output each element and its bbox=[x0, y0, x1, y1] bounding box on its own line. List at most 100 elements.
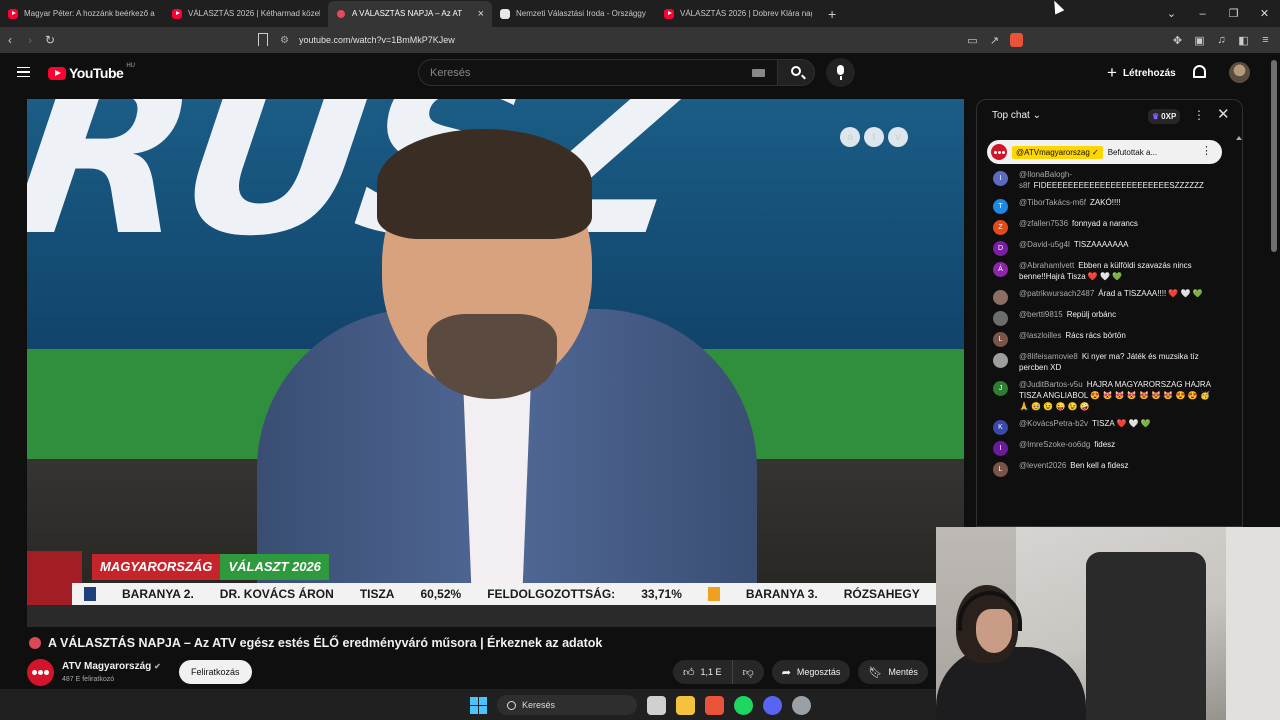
youtube-logo[interactable]: YouTube HU bbox=[48, 63, 135, 81]
chat-message[interactable]: K @KovácsPetra-b2v TISZA ❤️ 🤍 💚 bbox=[977, 415, 1239, 436]
chat-author[interactable]: @JuditBartos-v5u bbox=[1019, 380, 1083, 389]
chat-message[interactable]: Z @zfallen7536 fonnyad a narancs bbox=[977, 215, 1239, 236]
reload-icon[interactable]: ↻ bbox=[40, 33, 60, 47]
bookmark-icon[interactable] bbox=[258, 33, 268, 46]
chat-author[interactable]: @Abrahamlvett bbox=[1019, 261, 1074, 270]
new-tab-button[interactable]: + bbox=[820, 6, 844, 22]
minimize-icon[interactable]: – bbox=[1187, 8, 1218, 20]
sidebar-icon[interactable]: ▣ bbox=[1193, 34, 1206, 47]
url-field[interactable]: ⚙ youtube.com/watch?v=1BmMkP7KJew bbox=[280, 27, 455, 53]
taskbar-search[interactable]: Keresés bbox=[497, 695, 637, 715]
chat-avatar[interactable]: I bbox=[993, 171, 1008, 186]
chat-message[interactable]: T @TiborTakács-m6f ZAKÓ!!!! bbox=[977, 194, 1239, 215]
chat-avatar[interactable]: Á bbox=[993, 262, 1008, 277]
browser-tab-3-active[interactable]: A VÁLASZTÁS NAPJA – Az AT × bbox=[328, 0, 492, 27]
chat-message[interactable]: D @David-u5g4l TISZAAAAAAA bbox=[977, 236, 1239, 257]
close-window-icon[interactable]: ✕ bbox=[1249, 7, 1280, 20]
chat-author[interactable]: @8lifeisamovie8 bbox=[1019, 352, 1078, 361]
windows-start-icon[interactable] bbox=[470, 696, 487, 714]
chat-message[interactable]: J @JuditBartos-v5u HAJRA MAGYARORSZAG HAJR… bbox=[977, 376, 1239, 415]
pinned-more-icon[interactable]: ⋮ bbox=[1201, 144, 1212, 157]
chat-message[interactable]: @patrikwursach2487 Árad a TISZAAA!!!! ❤️ … bbox=[977, 285, 1239, 306]
chat-more-icon[interactable]: ⋮ bbox=[1193, 108, 1205, 122]
chat-message[interactable]: Á @Abrahamlvett Ebben a külföldi szavazás … bbox=[977, 257, 1239, 285]
channel-name[interactable]: ATV Magyarország ✔ bbox=[62, 661, 161, 672]
dislike-button[interactable]: 👎︎ bbox=[733, 660, 764, 684]
chat-message[interactable]: L @laszloilles Rács rács börtön bbox=[977, 327, 1239, 348]
share-button[interactable]: ➦ Megosztás bbox=[771, 660, 851, 684]
tab-search-chevron-icon[interactable]: ⌄ bbox=[1156, 7, 1187, 20]
keyboard-icon[interactable] bbox=[752, 69, 765, 77]
pinned-text: Befutottak a... bbox=[1107, 147, 1158, 157]
cast-icon[interactable]: ▭ bbox=[966, 34, 979, 47]
chat-avatar[interactable]: K bbox=[993, 420, 1008, 435]
video-player[interactable]: RUSZ a t v MAGYARORSZÁG VÁLASZT 2026 BAR… bbox=[27, 99, 964, 627]
chat-avatar[interactable]: L bbox=[993, 332, 1008, 347]
overlay-button-t[interactable]: t bbox=[864, 127, 884, 147]
chat-message[interactable]: L @levent2026 Ben kell a fidesz bbox=[977, 457, 1239, 478]
chat-author[interactable]: @bertti9815 bbox=[1019, 310, 1063, 319]
overlay-button-a[interactable]: a bbox=[840, 127, 860, 147]
xp-badge[interactable]: ♛ 0XP bbox=[1148, 109, 1181, 124]
voice-search-icon[interactable] bbox=[826, 58, 855, 87]
chat-author[interactable]: @ImreSzoke-oo6dg bbox=[1019, 440, 1090, 449]
discord-icon[interactable] bbox=[763, 695, 782, 715]
browser-tab-5[interactable]: VÁLASZTÁS 2026 | Dobrev Klára nagy bbox=[656, 1, 820, 27]
notifications-bell-icon[interactable] bbox=[1193, 65, 1206, 78]
chat-message[interactable]: @8lifeisamovie8 Ki nyer ma? Játék és muzs… bbox=[977, 348, 1239, 376]
chat-avatar[interactable] bbox=[993, 311, 1008, 326]
forward-icon[interactable]: › bbox=[20, 33, 40, 47]
chat-author[interactable]: @TiborTakács-m6f bbox=[1019, 198, 1086, 207]
chat-message[interactable]: I @ImreSzoke-oo6dg fidesz bbox=[977, 436, 1239, 457]
chat-author[interactable]: @David-u5g4l bbox=[1019, 240, 1070, 249]
chat-avatar[interactable]: T bbox=[993, 199, 1008, 214]
tab-close-icon[interactable]: × bbox=[478, 8, 484, 20]
create-button[interactable]: + Létrehozás bbox=[1099, 61, 1184, 85]
chat-close-icon[interactable]: ✕ bbox=[1217, 105, 1230, 123]
channel-avatar[interactable] bbox=[27, 659, 54, 686]
chat-avatar[interactable]: L bbox=[993, 462, 1008, 477]
chat-mode-dropdown[interactable]: Top chat ⌄ bbox=[992, 110, 1041, 121]
browser-tab-2[interactable]: VÁLASZTÁS 2026 | Kétharmad közelé bbox=[164, 1, 328, 27]
chat-avatar[interactable]: I bbox=[993, 441, 1008, 456]
chat-author[interactable]: @zfallen7536 bbox=[1019, 219, 1068, 228]
chat-scroll-up-icon[interactable] bbox=[1236, 136, 1242, 140]
restore-icon[interactable]: ❐ bbox=[1218, 7, 1249, 20]
brave-icon[interactable] bbox=[705, 695, 724, 715]
back-icon[interactable]: ‹ bbox=[0, 33, 20, 47]
chat-avatar[interactable]: J bbox=[993, 381, 1008, 396]
extensions-icon[interactable]: ✥ bbox=[1171, 34, 1184, 47]
chat-avatar[interactable] bbox=[993, 290, 1008, 305]
search-button[interactable] bbox=[777, 59, 815, 86]
subscribe-button[interactable]: Feliratkozás bbox=[179, 660, 252, 684]
chat-author[interactable]: @patrikwursach2487 bbox=[1019, 289, 1094, 298]
chat-avatar[interactable]: Z bbox=[993, 220, 1008, 235]
media-icon[interactable]: ♫ bbox=[1215, 34, 1228, 46]
menu-icon[interactable]: ≡ bbox=[1259, 34, 1272, 46]
share-icon[interactable]: ↗ bbox=[988, 34, 1001, 47]
settings-icon[interactable] bbox=[792, 695, 811, 715]
search-input[interactable]: Keresés bbox=[418, 59, 778, 86]
chat-author[interactable]: @KovácsPetra-b2v bbox=[1019, 419, 1088, 428]
browser-tab-1[interactable]: Magyar Péter: A hozzánk beérkező a bbox=[0, 1, 164, 27]
page-scrollbar[interactable] bbox=[1271, 60, 1277, 252]
overlay-button-v[interactable]: v bbox=[888, 127, 908, 147]
chat-avatar[interactable]: D bbox=[993, 241, 1008, 256]
split-view-icon[interactable]: ◧ bbox=[1237, 34, 1250, 47]
browser-tab-4[interactable]: Nemzeti Választási Iroda - Országgy bbox=[492, 1, 656, 27]
chat-avatar[interactable] bbox=[993, 353, 1008, 368]
pinned-message[interactable]: @ATVmagyarorszag ✓ Befutottak a... ⋮ bbox=[987, 140, 1222, 164]
like-button[interactable]: 👍︎ 1,1 E bbox=[673, 660, 733, 684]
chat-author[interactable]: @laszloilles bbox=[1019, 331, 1061, 340]
chat-message[interactable]: I @IlonaBalogh-s8f FIDEEEEEEEEEEEEEEEEEEEE… bbox=[977, 166, 1239, 194]
brave-shields-icon[interactable] bbox=[1010, 33, 1023, 47]
hamburger-menu-icon[interactable] bbox=[17, 67, 30, 77]
save-button[interactable]: 🔖︎ Mentés bbox=[858, 660, 928, 684]
site-info-icon[interactable]: ⚙ bbox=[280, 35, 289, 46]
file-explorer-icon[interactable] bbox=[676, 695, 695, 715]
account-avatar[interactable] bbox=[1229, 62, 1250, 83]
chat-author[interactable]: @levent2026 bbox=[1019, 461, 1066, 470]
chat-message[interactable]: @bertti9815 Repülj orbánc bbox=[977, 306, 1239, 327]
spotify-icon[interactable] bbox=[734, 695, 753, 715]
task-view-icon[interactable] bbox=[647, 695, 666, 715]
